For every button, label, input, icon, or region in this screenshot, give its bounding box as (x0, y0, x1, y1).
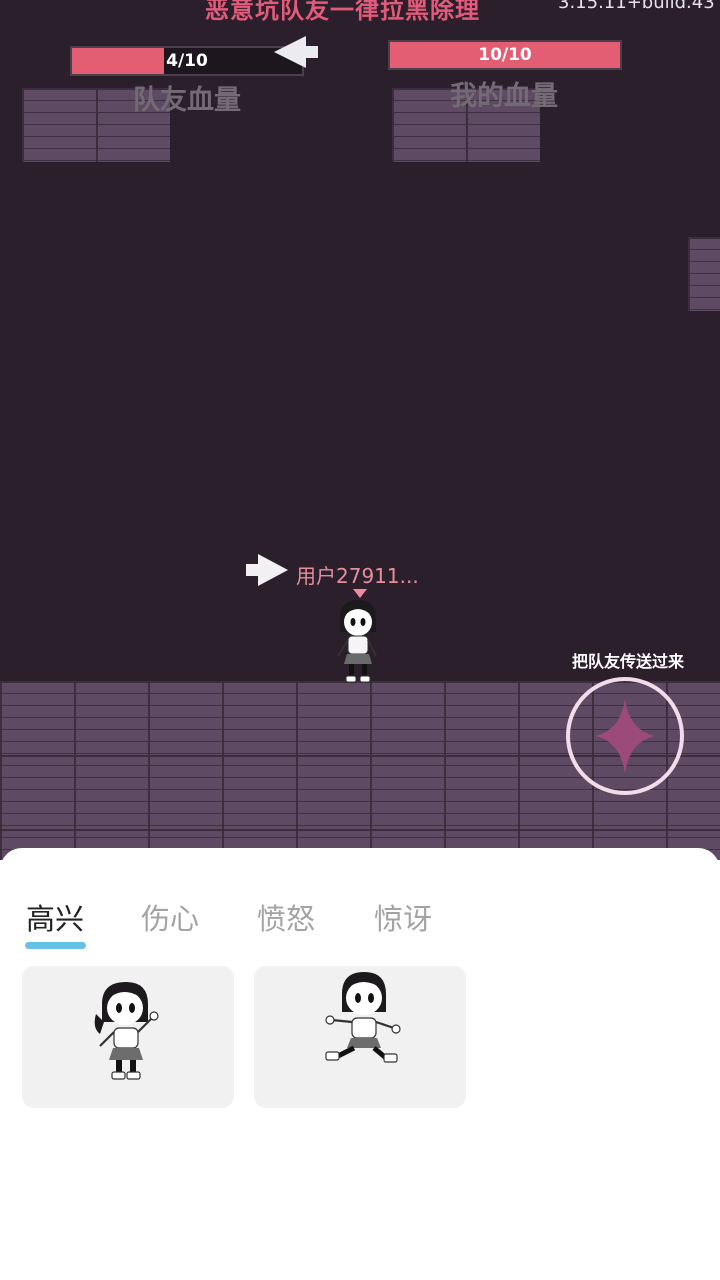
teleport-button[interactable] (566, 677, 684, 795)
version-text: 3.15.11+build.43 (558, 0, 715, 13)
teammate-health-label: 队友血量 (133, 85, 241, 116)
teammate-health-bar: 4/10 (70, 46, 304, 76)
banner-text: 恶意坑队友一律拉黑除理 (205, 0, 480, 24)
emote-panel: 高兴 伤心 愤怒 惊讶 (0, 848, 720, 1280)
tab-active-indicator (25, 942, 86, 949)
girl-jumping-emote (325, 972, 401, 1063)
game-scene: 恶意坑队友一律拉黑除理 3.15.11+build.43 4/10 队友血量 1… (0, 0, 720, 860)
my-health-bar: 10/10 (388, 40, 622, 70)
tab-angry[interactable]: 愤怒 (257, 896, 315, 938)
brick-block (688, 237, 720, 311)
direction-arrow-icon (274, 36, 318, 68)
player-marker-icon (353, 589, 367, 598)
girl-waving-emote (94, 982, 159, 1080)
player-name: 用户27911... (296, 564, 419, 588)
my-health-text: 10/10 (478, 45, 532, 65)
emote-card-wave[interactable] (22, 966, 234, 1108)
tab-surprised[interactable]: 惊讶 (374, 896, 432, 938)
teammate-health-text: 4/10 (166, 51, 208, 71)
tab-happy[interactable]: 高兴 (26, 896, 84, 938)
player-character (337, 600, 377, 683)
sparkle-icon (595, 698, 655, 774)
teleport-label: 把队友传送过来 (572, 652, 685, 671)
pointer-arrow-icon (246, 554, 288, 586)
my-health-label: 我的血量 (450, 81, 558, 112)
tab-sad[interactable]: 伤心 (141, 896, 199, 938)
emote-card-jump[interactable] (254, 966, 466, 1108)
